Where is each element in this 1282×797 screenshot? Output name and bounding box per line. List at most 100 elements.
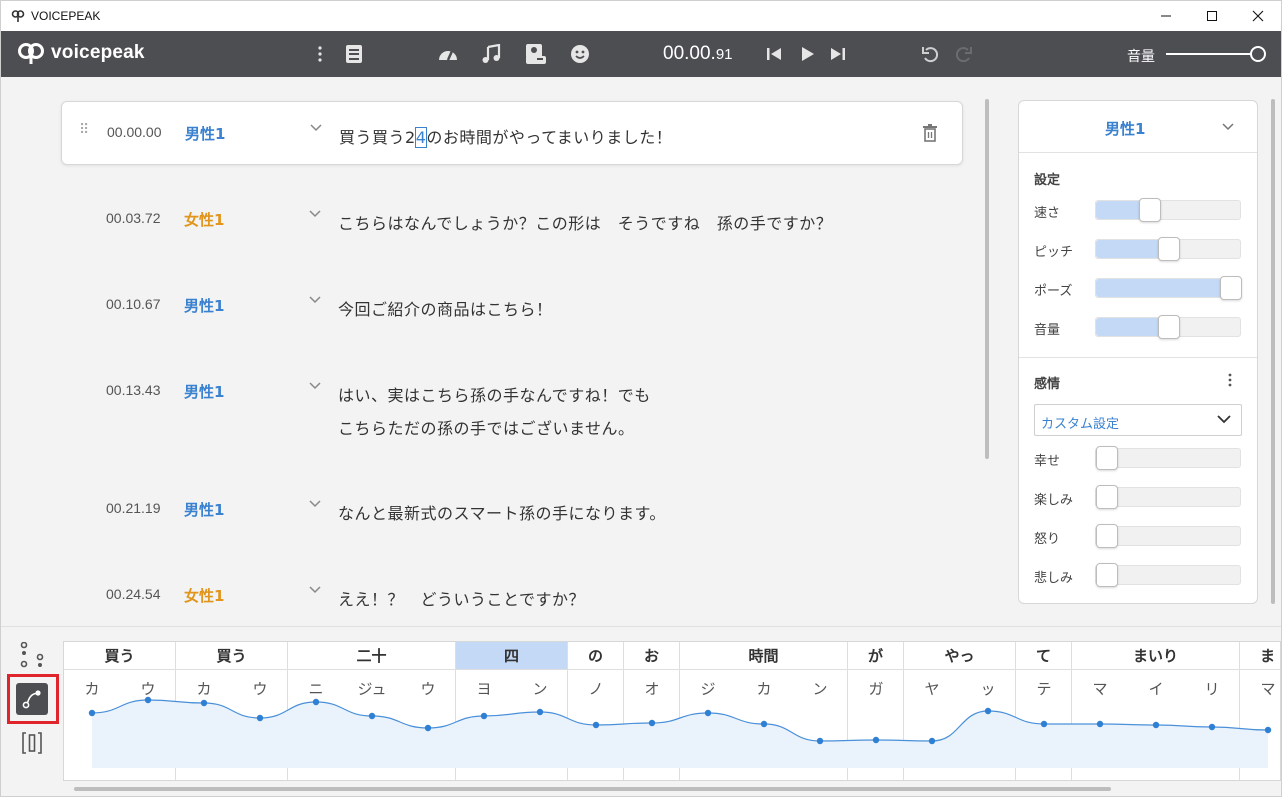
setting-slider[interactable] — [1095, 315, 1241, 339]
row-text[interactable]: 買う買う24のお時間がやってまいりました！ — [339, 121, 939, 154]
settings-heading: 設定 — [1034, 173, 1061, 188]
script-row[interactable]: ⠿ 00.00.00 男性1 買う買う24のお時間がやってまいりました！ — [61, 101, 963, 165]
pitch-point[interactable] — [704, 709, 712, 717]
script-row[interactable]: 00.13.43 男性1 はい、実はこちら孫の手なんですね！でも こちらただの孫の手で… — [61, 360, 963, 438]
emotion-label: 悲しみ — [1034, 571, 1074, 586]
redo-button[interactable] — [952, 42, 976, 66]
timecode-main: 00.00. — [663, 43, 716, 64]
emotion-slider-knob[interactable] — [1096, 485, 1118, 509]
menu-button[interactable] — [308, 42, 332, 66]
speaker-chevron-icon[interactable] — [310, 124, 322, 132]
skip-forward-button[interactable] — [826, 42, 850, 66]
minimize-button[interactable] — [1143, 1, 1189, 31]
pitch-point[interactable] — [1208, 723, 1216, 731]
row-text[interactable]: ええ！？ どういうことですか？ — [338, 583, 938, 616]
book-icon — [346, 45, 362, 63]
pitch-point[interactable] — [1040, 720, 1048, 728]
row-text[interactable]: はい、実はこちら孫の手なんですね！でも こちらただの孫の手ではございません。 — [338, 379, 938, 445]
word-timeline[interactable]: 買うカウ買うカウ二十ニジュウ四ヨンのノおオ時間ジカンがガやっヤッてテまいりマイリ… — [63, 641, 1281, 781]
pitch-point[interactable] — [592, 721, 600, 729]
pitch-point[interactable] — [536, 708, 544, 716]
pitch-point[interactable] — [928, 737, 936, 745]
timeline-scrollbar[interactable] — [74, 787, 1111, 791]
emotion-slider[interactable] — [1095, 563, 1241, 587]
volume-slider[interactable] — [1166, 53, 1258, 55]
accent-mode-button[interactable] — [16, 639, 48, 671]
skip-back-button[interactable] — [762, 42, 786, 66]
emotion-slider[interactable] — [1095, 524, 1241, 548]
pitch-point[interactable] — [200, 699, 208, 707]
undo-button[interactable] — [918, 42, 942, 66]
timecode: 00.00.91 — [663, 43, 733, 65]
setting-slider[interactable] — [1095, 198, 1241, 222]
speaker-chevron-icon[interactable] — [309, 296, 321, 304]
script-row[interactable]: 00.21.19 男性1 なんと最新式のスマート孫の手になります。 — [61, 478, 963, 542]
setting-slider-fill — [1096, 279, 1231, 297]
play-button[interactable] — [795, 42, 819, 66]
volume-slider-knob[interactable] — [1250, 46, 1266, 62]
setting-slider-knob[interactable] — [1139, 198, 1161, 222]
pitch-point[interactable] — [480, 712, 488, 720]
pitch-point[interactable] — [760, 720, 768, 728]
pitch-curve-mode-button[interactable] — [16, 683, 48, 715]
narrator-selector[interactable]: 男性1 — [1019, 101, 1257, 153]
drag-handle-icon[interactable]: ⠿ — [79, 122, 89, 138]
pitch-point[interactable] — [144, 696, 152, 704]
speed-button[interactable] — [436, 42, 460, 66]
script-row[interactable]: 00.24.54 女性1 ええ！？ どういうことですか？ — [61, 564, 963, 628]
script-scrollbar[interactable] — [985, 99, 989, 459]
panel-scrollbar[interactable] — [1271, 99, 1275, 604]
emotion-slider-knob[interactable] — [1096, 563, 1118, 587]
speaker-chevron-icon[interactable] — [309, 382, 321, 390]
row-text[interactable]: こちらはなんでしょうか？この形は そうですね 孫の手ですか？ — [338, 207, 938, 240]
speaker-name[interactable]: 女性1 — [184, 209, 224, 230]
speaker-chevron-icon[interactable] — [309, 210, 321, 218]
speaker-name[interactable]: 男性1 — [184, 499, 224, 520]
emotion-button[interactable] — [568, 42, 592, 66]
speaker-chevron-icon[interactable] — [309, 500, 321, 508]
setting-label: ピッチ — [1034, 245, 1074, 260]
emotion-slider-knob[interactable] — [1096, 524, 1118, 548]
pitch-point[interactable] — [88, 709, 96, 717]
pitch-point[interactable] — [872, 736, 880, 744]
pitch-point[interactable] — [648, 719, 656, 727]
speaker-name[interactable]: 男性1 — [185, 123, 225, 144]
script-row[interactable]: 00.10.67 男性1 今回ご紹介の商品はこちら！ — [61, 274, 963, 338]
setting-slider-knob[interactable] — [1158, 315, 1180, 339]
setting-slider-knob[interactable] — [1220, 276, 1242, 300]
pitch-point[interactable] — [312, 698, 320, 706]
pitch-point[interactable] — [816, 737, 824, 745]
emotion-slider[interactable] — [1095, 485, 1241, 509]
close-button[interactable] — [1235, 1, 1281, 31]
script-row[interactable]: 00.03.72 女性1 こちらはなんでしょうか？この形は そうですね 孫の手ですか… — [61, 188, 963, 252]
emotion-heading: 感情 — [1034, 377, 1061, 392]
emotion-preset-select[interactable]: カスタム設定 — [1034, 404, 1242, 436]
row-text[interactable]: 今回ご紹介の商品はこちら！ — [338, 293, 938, 326]
pitch-point[interactable] — [1152, 721, 1160, 729]
speaker-name[interactable]: 男性1 — [184, 381, 224, 402]
pitch-point[interactable] — [1264, 726, 1272, 734]
pitch-curve[interactable] — [64, 642, 1281, 781]
pitch-point[interactable] — [984, 707, 992, 715]
pitch-point[interactable] — [424, 724, 432, 732]
length-mode-button[interactable] — [16, 727, 48, 759]
row-text[interactable]: なんと最新式のスマート孫の手になります。 — [338, 497, 938, 530]
text-cursor-char: 4 — [414, 127, 428, 148]
pitch-point[interactable] — [256, 714, 264, 722]
dictionary-button[interactable] — [342, 42, 366, 66]
maximize-button[interactable] — [1189, 1, 1235, 31]
pitch-point[interactable] — [1096, 720, 1104, 728]
speaker-name[interactable]: 女性1 — [184, 585, 224, 606]
speaker-chevron-icon[interactable] — [309, 586, 321, 594]
emotion-slider-knob[interactable] — [1096, 446, 1118, 470]
setting-slider[interactable] — [1095, 237, 1241, 261]
narrator-button[interactable] — [524, 42, 548, 66]
music-button[interactable] — [479, 42, 503, 66]
minimize-icon — [1161, 15, 1171, 17]
setting-slider[interactable] — [1095, 276, 1242, 300]
speaker-name[interactable]: 男性1 — [184, 295, 224, 316]
emotion-menu-icon[interactable] — [1227, 373, 1233, 387]
pitch-point[interactable] — [368, 712, 376, 720]
emotion-slider[interactable] — [1095, 446, 1241, 470]
setting-slider-knob[interactable] — [1158, 237, 1180, 261]
